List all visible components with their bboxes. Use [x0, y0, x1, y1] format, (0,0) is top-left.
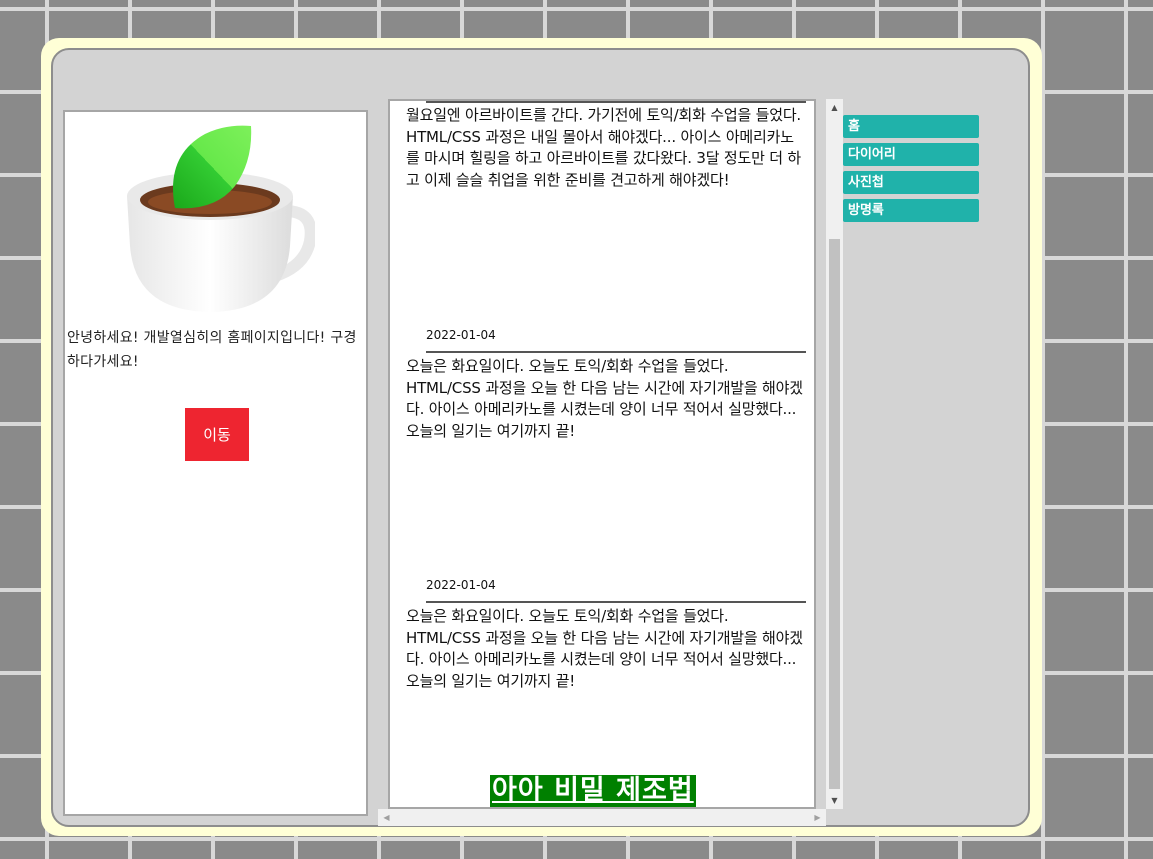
- diary-entry-text: 오늘은 화요일이다. 오늘도 토익/회화 수업을 들었다. HTML/CSS 과…: [406, 357, 803, 440]
- move-button[interactable]: 이동: [185, 408, 249, 461]
- diary-horizontal-scrollbar[interactable]: ◀ ▶: [378, 809, 826, 826]
- nav-item-home[interactable]: 홈: [843, 115, 979, 138]
- secret-recipe-link[interactable]: 아아 비밀 제조법: [490, 775, 696, 807]
- entry-divider: [426, 101, 806, 103]
- entry-divider: [426, 601, 806, 603]
- diary-entry-date: 2022-01-04: [426, 578, 496, 592]
- scrollbar-thumb[interactable]: [829, 239, 840, 789]
- profile-panel: 안녕하세요! 개발열심히의 홈페이지입니다! 구경하다가세요! 이동: [63, 110, 368, 816]
- diary-entry-text: 오늘은 화요일이다. 오늘도 토익/회화 수업을 들었다. HTML/CSS 과…: [406, 607, 803, 690]
- scroll-right-arrow-icon[interactable]: ▶: [809, 809, 826, 826]
- entry-divider: [426, 351, 806, 353]
- diary-vertical-scrollbar[interactable]: ▲ ▼: [826, 99, 843, 809]
- coffee-cup-leaf-logo: [127, 125, 315, 312]
- side-navigation: 홈 다이어리 사진첩 방명록: [843, 115, 979, 227]
- nav-item-diary[interactable]: 다이어리: [843, 143, 979, 166]
- diary-panel[interactable]: 월요일엔 아르바이트를 간다. 가기전에 토익/회화 수업을 들었다. HTML…: [388, 99, 816, 809]
- scroll-up-arrow-icon[interactable]: ▲: [826, 99, 843, 116]
- diary-entry-date: 2022-01-04: [426, 328, 496, 342]
- greeting-text: 안녕하세요! 개발열심히의 홈페이지입니다! 구경하다가세요!: [67, 330, 357, 370]
- scroll-left-arrow-icon[interactable]: ◀: [378, 809, 395, 826]
- diary-entry-text: 월요일엔 아르바이트를 간다. 가기전에 토익/회화 수업을 들었다. HTML…: [406, 106, 802, 189]
- nav-item-guestbook[interactable]: 방명록: [843, 199, 979, 222]
- nav-item-photos[interactable]: 사진첩: [843, 171, 979, 194]
- scroll-down-arrow-icon[interactable]: ▼: [826, 792, 843, 809]
